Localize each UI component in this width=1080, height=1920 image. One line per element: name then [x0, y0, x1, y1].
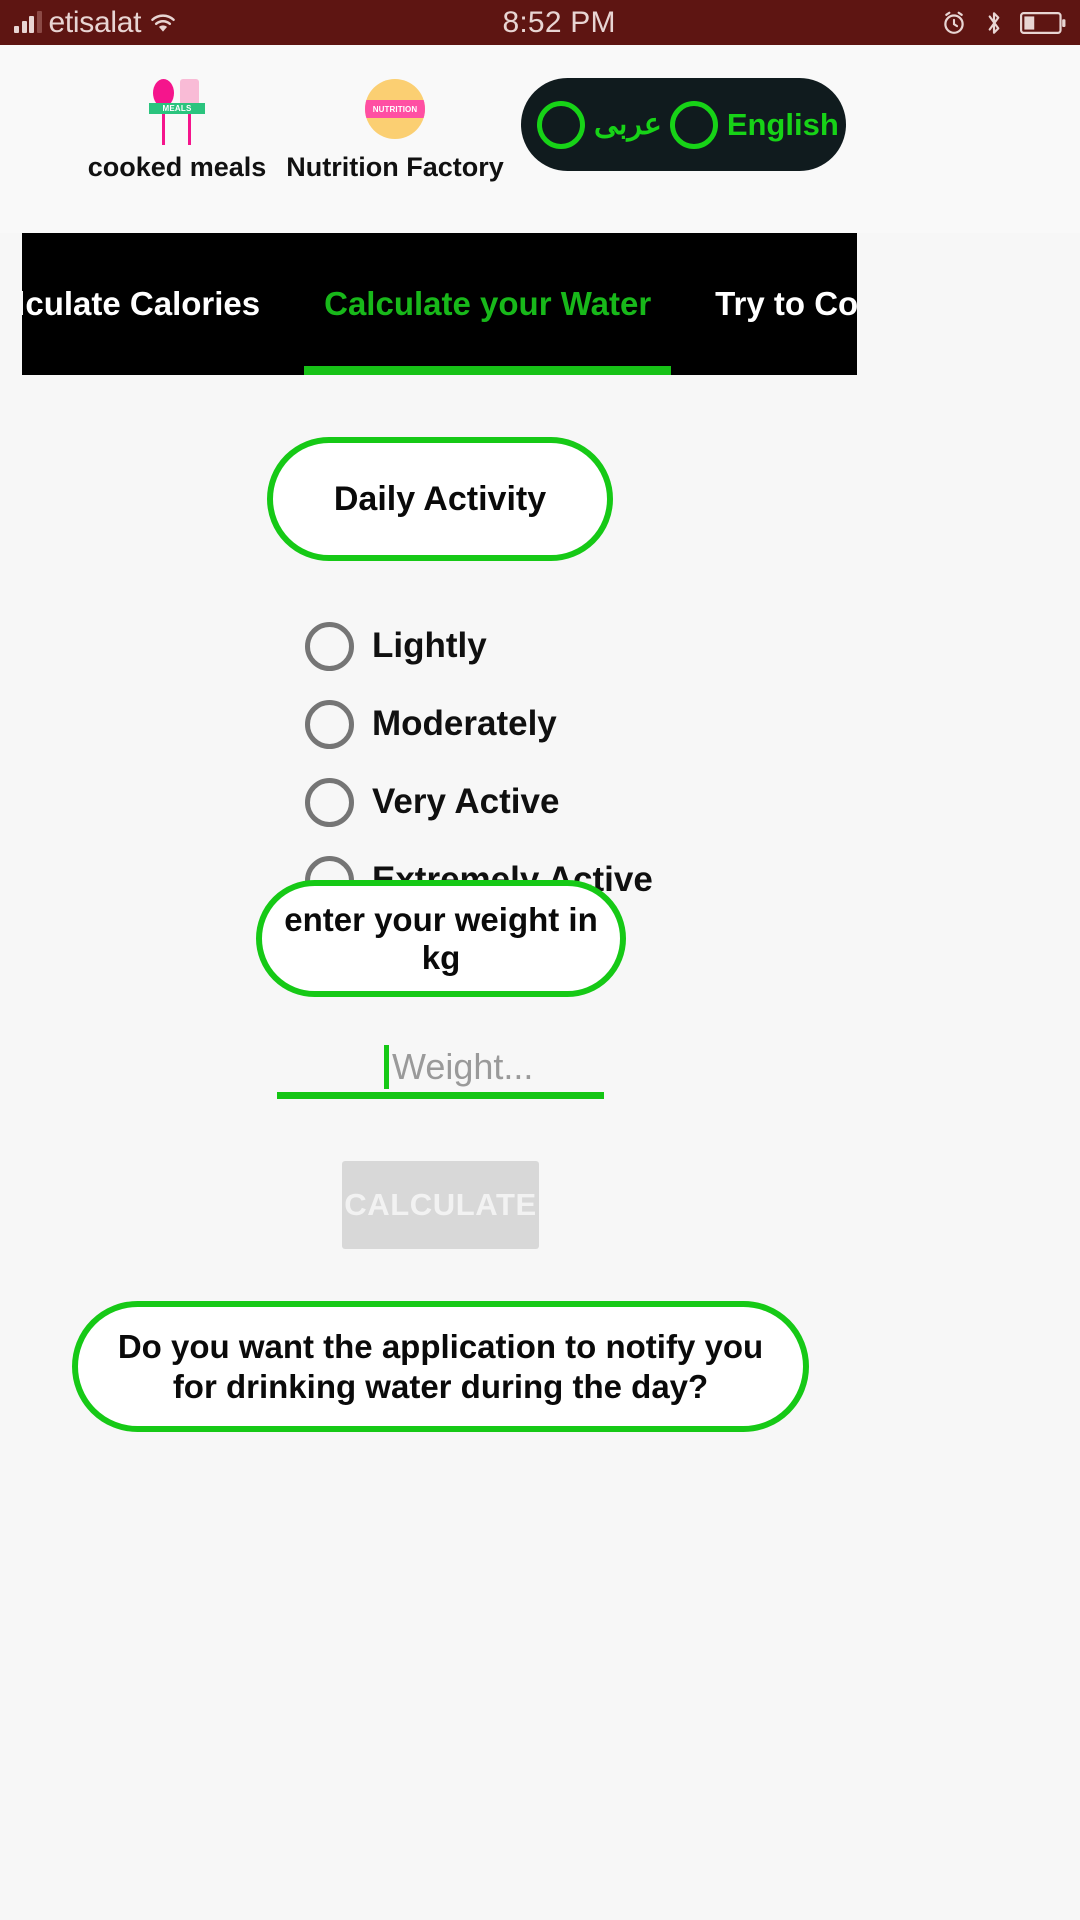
status-bar: etisalat 8:52 PM [0, 0, 1080, 45]
app-root: etisalat 8:52 PM MEALS cooked meals NUTR… [0, 0, 1080, 1920]
activity-option-very-active[interactable]: Very Active [305, 763, 653, 841]
tab-label-calculate-calories: Calculate Calories [22, 285, 261, 322]
tab-try-to-cook[interactable]: Try to Cook [683, 233, 857, 375]
weight-input-placeholder: Weight... [392, 1045, 534, 1087]
radio-very-active-icon[interactable] [305, 777, 354, 827]
utensils-meals-logo-icon: MEALS [149, 70, 205, 148]
activity-label-very-active: Very Active [372, 782, 560, 821]
radio-lightly-icon[interactable] [305, 621, 354, 671]
tab-bar[interactable]: Calculate Calories Calculate your Water … [22, 233, 857, 375]
activity-label-lightly: Lightly [372, 626, 487, 665]
radio-english-icon[interactable] [669, 100, 718, 149]
nutrition-badge-text: NUTRITION [372, 104, 418, 114]
brand-nutrition-factory[interactable]: NUTRITION Nutrition Factory [280, 70, 510, 183]
brand-cooked-meals[interactable]: MEALS cooked meals [62, 70, 292, 183]
carrier-label: etisalat [48, 5, 142, 39]
activity-level-group: Lightly Moderately Very Active Extremely… [305, 607, 653, 919]
daily-activity-header: Daily Activity [267, 437, 613, 561]
weight-section-header: enter your weight in kg [256, 880, 626, 997]
signal-bars-icon [14, 11, 42, 33]
status-bar-right [940, 9, 1066, 37]
tab-calculate-calories[interactable]: Calculate Calories [22, 233, 292, 375]
language-label-english: English [726, 106, 839, 142]
tab-label-calculate-your-water: Calculate your Water [324, 285, 652, 322]
notify-question-banner[interactable]: Do you want the application to notify yo… [72, 1301, 809, 1432]
calculate-button-label: CALCULATE [344, 1187, 537, 1222]
notify-question-text: Do you want the application to notify yo… [117, 1327, 764, 1405]
brand-label-cooked-meals: cooked meals [87, 152, 267, 182]
activity-option-lightly[interactable]: Lightly [305, 607, 653, 685]
battery-icon [1020, 10, 1066, 36]
radio-arabic-icon[interactable] [537, 100, 585, 149]
language-toggle[interactable]: عربى English [521, 78, 846, 171]
language-option-english[interactable]: English [669, 100, 839, 149]
weight-input[interactable]: Weight... [277, 1041, 604, 1099]
tab-scroll-row[interactable]: Calculate Calories Calculate your Water … [22, 233, 857, 375]
activity-label-moderately: Moderately [372, 704, 557, 743]
brand-label-nutrition-factory: Nutrition Factory [286, 152, 504, 182]
nutrition-circle-logo-icon: NUTRITION [365, 70, 425, 148]
alarm-clock-icon [940, 9, 968, 37]
status-bar-left: etisalat [14, 5, 178, 39]
meals-badge-text: MEALS [162, 104, 192, 113]
language-option-arabic[interactable]: عربى [537, 100, 662, 149]
tab-label-try-to-cook: Try to Cook [715, 285, 857, 322]
tab-calculate-your-water[interactable]: Calculate your Water [292, 233, 683, 375]
weight-section-title: enter your weight in kg [284, 900, 598, 976]
daily-activity-title: Daily Activity [333, 479, 547, 518]
clock-label: 8:52 PM [502, 5, 616, 39]
language-label-arabic: عربى [594, 108, 662, 141]
app-header: MEALS cooked meals NUTRITION Nutrition F… [0, 45, 1080, 233]
wifi-icon [148, 11, 178, 35]
bluetooth-icon [982, 9, 1006, 37]
activity-option-moderately[interactable]: Moderately [305, 685, 653, 763]
radio-moderately-icon[interactable] [305, 699, 354, 749]
text-cursor-icon [384, 1045, 389, 1089]
calculate-button[interactable]: CALCULATE [342, 1161, 539, 1249]
status-bar-center: 8:52 PM [178, 6, 940, 40]
